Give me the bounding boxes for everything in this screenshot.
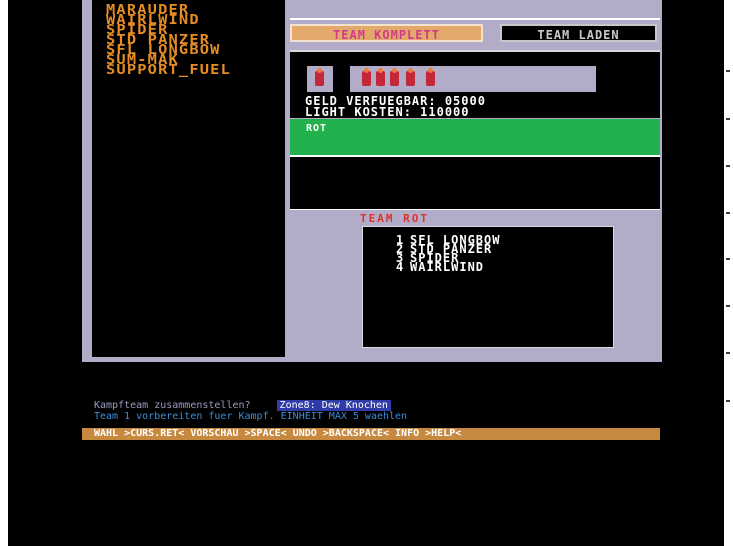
unit-icon (390, 68, 399, 86)
tab-row: TEAM KOMPLETT TEAM LADEN (290, 24, 660, 46)
unit-list-item[interactable]: SUPPORT_FUEL (106, 64, 231, 77)
unit-icon (406, 68, 415, 86)
top-bar (290, 0, 660, 20)
team-bar-label: ROT (306, 123, 328, 134)
game-screen: MARAUDER WAIRLWIND SPIDER STD PANZER SFL… (0, 0, 733, 546)
help-bar: WAHL >CURS.RET< VORSCHAU >SPACE< UNDO >B… (82, 428, 660, 440)
unit-icon (426, 68, 435, 86)
message-line-2: Team 1 vorbereiten fuer Kampf. EINHEIT M… (94, 411, 408, 422)
team-member-number: 4 (396, 260, 405, 274)
cost-value: 110000 (420, 105, 470, 119)
team-member-name: WAIRLWIND (410, 260, 485, 274)
team-complete-button[interactable]: TEAM KOMPLETT (290, 24, 483, 42)
message-text: Kampfteam zusammenstellen? (94, 400, 251, 411)
team-member-list: 1 SFL LONGBOW 2 STD PANZER 3 SPIDER 4 WAIRLW… (396, 234, 500, 274)
unit-icon (362, 68, 371, 86)
selected-unit-slot[interactable] (307, 66, 333, 92)
team-member[interactable]: 4 WAIRLWIND (396, 260, 500, 274)
zone-highlight: Zone8: Dew Knochen (276, 400, 391, 411)
team-load-button[interactable]: TEAM LADEN (500, 24, 657, 42)
message-line-1: Kampfteam zusammenstellen? Zone8: Dew Kno… (94, 400, 391, 411)
info-area (290, 155, 660, 211)
unit-icon (315, 68, 324, 86)
cost-label: LIGHT KOSTEN: (305, 105, 412, 119)
team-unit-slots[interactable] (350, 66, 596, 92)
stats-readout: GELD VERFUEGBAR: 05000 LIGHT KOSTEN: 110… (305, 95, 486, 119)
unit-list-panel: MARAUDER WAIRLWIND SPIDER STD PANZER SFL… (92, 0, 285, 357)
team-title: TEAM ROT (360, 212, 429, 225)
help-bar-text: WAHL >CURS.RET< VORSCHAU >SPACE< UNDO >B… (94, 428, 462, 439)
team-bar[interactable]: ROT (290, 119, 660, 155)
unit-list: MARAUDER WAIRLWIND SPIDER STD PANZER SFL… (106, 4, 230, 77)
edge-ticks (726, 0, 733, 546)
unit-icon (376, 68, 385, 86)
